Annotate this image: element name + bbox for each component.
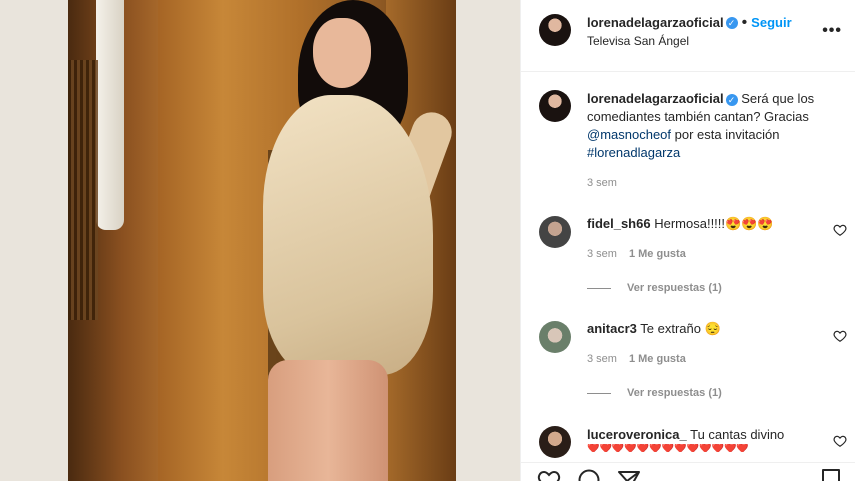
comment-text: Hermosa!!!!! bbox=[654, 216, 726, 231]
view-replies-label: Ver respuestas (1) bbox=[627, 282, 722, 294]
author-avatar[interactable] bbox=[539, 14, 571, 46]
comment-item: luceroveronica_ Tu cantas divino ❤️❤️❤️❤… bbox=[587, 426, 837, 452]
instagram-post-view: lorenadelagarzaoficial ✓ • Seguir Televisa … bbox=[0, 0, 855, 481]
comment-time[interactable]: 3 sem bbox=[587, 353, 617, 365]
verified-badge-icon: ✓ bbox=[725, 16, 738, 29]
view-replies-label: Ver respuestas (1) bbox=[627, 387, 722, 399]
post-header: lorenadelagarzaoficial ✓ • Seguir Televisa … bbox=[521, 0, 855, 72]
comment-username[interactable]: anitacr3 bbox=[587, 321, 637, 336]
post-caption: lorenadelagarzaoficial ✓ Será que los com… bbox=[587, 90, 847, 162]
like-comment-heart-icon[interactable] bbox=[833, 329, 847, 343]
view-replies-button[interactable]: Ver respuestas (1) bbox=[587, 387, 722, 399]
caption-mention[interactable]: @masnocheof bbox=[587, 127, 671, 142]
like-comment-heart-icon[interactable] bbox=[833, 223, 847, 237]
caption-text-2: por esta invitación bbox=[674, 127, 780, 142]
author-username[interactable]: lorenadelagarzaoficial bbox=[587, 15, 724, 30]
caption-hashtag[interactable]: #lorenadlagarza bbox=[587, 145, 680, 160]
comment-avatar[interactable] bbox=[539, 216, 571, 248]
caption-username[interactable]: lorenadelagarzaoficial bbox=[587, 91, 724, 106]
comment-likes[interactable]: 1 Me gusta bbox=[629, 353, 686, 365]
like-heart-icon[interactable] bbox=[537, 468, 561, 481]
post-photo[interactable] bbox=[0, 0, 520, 481]
comment-meta: 3 sem 1 Me gusta bbox=[587, 248, 686, 260]
comment-time[interactable]: 3 sem bbox=[587, 248, 617, 260]
comment-text: Tu cantas divino bbox=[690, 427, 785, 442]
caption-time[interactable]: 3 sem bbox=[587, 177, 617, 189]
like-comment-heart-icon[interactable] bbox=[833, 434, 847, 448]
comment-emoji: ❤️❤️❤️❤️❤️❤️❤️❤️❤️❤️❤️❤️❤️ bbox=[587, 444, 749, 452]
comment-bubble-icon[interactable] bbox=[577, 468, 601, 481]
comment-emoji: 😍😍😍 bbox=[725, 216, 774, 231]
comment-text: Te extraño bbox=[640, 321, 701, 336]
comment-emoji: 😔 bbox=[704, 321, 721, 336]
verified-badge-icon: ✓ bbox=[725, 93, 738, 106]
save-bookmark-icon[interactable] bbox=[819, 468, 843, 481]
follow-button[interactable]: Seguir bbox=[751, 15, 791, 30]
comment-username[interactable]: luceroveronica_ bbox=[587, 427, 687, 442]
post-side-panel: lorenadelagarzaoficial ✓ • Seguir Televisa … bbox=[520, 0, 855, 481]
post-action-bar bbox=[521, 462, 855, 481]
more-options-icon[interactable]: ••• bbox=[822, 22, 842, 40]
caption-avatar[interactable] bbox=[539, 90, 571, 122]
comment-likes[interactable]: 1 Me gusta bbox=[629, 248, 686, 260]
post-location[interactable]: Televisa San Ángel bbox=[587, 34, 689, 48]
author-line: lorenadelagarzaoficial ✓ • Seguir bbox=[587, 14, 792, 31]
comment-item: fidel_sh66 Hermosa!!!!!😍😍😍 bbox=[587, 215, 827, 233]
comment-username[interactable]: fidel_sh66 bbox=[587, 216, 651, 231]
share-send-icon[interactable] bbox=[617, 468, 641, 481]
view-replies-button[interactable]: Ver respuestas (1) bbox=[587, 282, 722, 294]
comment-avatar[interactable] bbox=[539, 321, 571, 353]
comment-meta: 3 sem 1 Me gusta bbox=[587, 353, 686, 365]
comment-avatar[interactable] bbox=[539, 426, 571, 458]
photo-image bbox=[68, 0, 456, 481]
comment-item: anitacr3 Te extraño 😔 bbox=[587, 320, 827, 338]
